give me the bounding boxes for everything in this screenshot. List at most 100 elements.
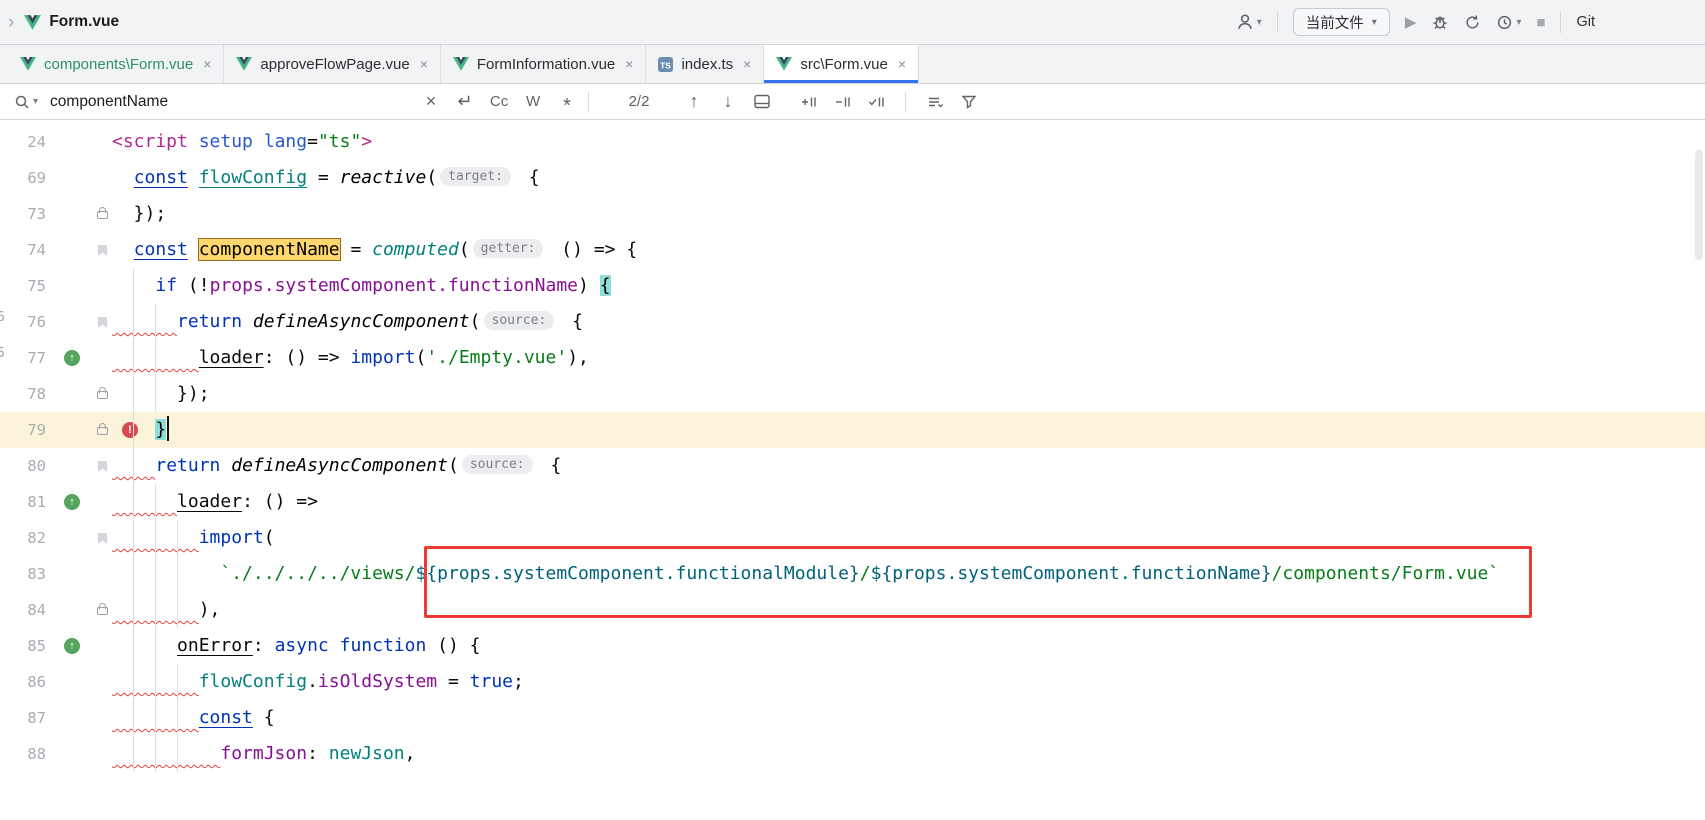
tab-components-form-vue[interactable]: components\Form.vue× (8, 45, 224, 83)
rerun-button[interactable] (1464, 14, 1481, 31)
editor[interactable]: 24<script setup lang="ts">69 const flowC… (0, 120, 1705, 820)
code-text[interactable]: formJson: newJson, (112, 736, 1705, 772)
editor-line-77[interactable]: 77 ↑ loader: () => import('./Empty.vue'), (0, 340, 1705, 376)
filter-search-button[interactable] (956, 89, 982, 115)
clear-search-icon[interactable]: × (418, 89, 444, 115)
code-token: , (405, 743, 416, 764)
line-number[interactable]: 74 (0, 232, 46, 268)
code-text[interactable]: const componentName = computed(getter: (… (112, 232, 1705, 268)
override-gutter-icon[interactable]: ↑ (64, 350, 80, 366)
code-text[interactable]: const { (112, 700, 1705, 736)
line-number[interactable]: 69 (0, 160, 46, 196)
code-token: { (561, 311, 583, 332)
code-token: async (275, 635, 329, 656)
search-input[interactable]: componentName (50, 93, 410, 111)
newline-icon[interactable]: ↵ (452, 89, 478, 115)
editor-line-88[interactable]: 88 formJson: newJson, (0, 736, 1705, 772)
run-config-selector[interactable]: 当前文件 ▾ (1293, 8, 1390, 36)
git-menu[interactable]: Git (1576, 14, 1595, 30)
search-mode-button[interactable]: ▾ (14, 94, 38, 110)
editor-line-81[interactable]: 81 ↑ loader: () => (0, 484, 1705, 520)
code-token (188, 239, 199, 260)
open-in-tool-window-button[interactable] (749, 89, 775, 115)
prev-match-button[interactable]: ↑ (681, 89, 707, 115)
close-icon[interactable]: × (203, 56, 211, 72)
add-occurrence-button[interactable] (795, 89, 821, 115)
editor-line-86[interactable]: 86 flowConfig.isOldSystem = true; (0, 664, 1705, 700)
stop-button[interactable]: ■ (1536, 14, 1545, 31)
editor-line-24[interactable]: 24 <script setup lang="ts"> (0, 124, 1705, 160)
code-text[interactable]: if (!props.systemComponent.functionName)… (112, 268, 1705, 304)
tab-index-ts[interactable]: TSindex.ts× (646, 45, 764, 83)
code-token (188, 131, 199, 152)
search-options-button[interactable] (922, 89, 948, 115)
select-all-occurrences-button[interactable] (863, 89, 889, 115)
run-button[interactable]: ▶ (1405, 13, 1417, 31)
editor-line-69[interactable]: 69 const flowConfig = reactive(target: { (0, 160, 1705, 196)
line-number[interactable]: 86 (0, 664, 46, 700)
regex-toggle[interactable]: * (554, 89, 580, 115)
scrollbar-thumb[interactable] (1695, 150, 1703, 260)
code-text[interactable]: const flowConfig = reactive(target: { (112, 160, 1705, 196)
error-icon[interactable]: ! (122, 422, 138, 438)
line-number[interactable]: 88 (0, 736, 46, 772)
editor-line-85[interactable]: 85 ↑ onError: async function () { (0, 628, 1705, 664)
whole-words-toggle[interactable]: W (520, 89, 546, 115)
code-text[interactable]: } (112, 412, 1705, 448)
override-gutter-icon[interactable]: ↑ (64, 638, 80, 654)
code-text[interactable]: loader: () => import('./Empty.vue'), (112, 340, 1705, 376)
code-text[interactable]: }); (112, 196, 1705, 232)
code-text[interactable]: }); (112, 376, 1705, 412)
line-number[interactable]: 82 (0, 520, 46, 556)
vue-file-icon (776, 57, 792, 71)
code-text[interactable]: loader: () => (112, 484, 1705, 520)
line-number[interactable]: 81 (0, 484, 46, 520)
close-icon[interactable]: × (743, 56, 751, 72)
line-number[interactable]: 85 (0, 628, 46, 664)
user-menu-button[interactable]: ▾ (1236, 13, 1262, 31)
code-token: = (437, 671, 470, 692)
editor-line-87[interactable]: 87 const { (0, 700, 1705, 736)
editor-line-78[interactable]: 78 }); (0, 376, 1705, 412)
close-icon[interactable]: × (898, 56, 906, 72)
line-number[interactable]: 76 (0, 304, 46, 340)
editor-line-75[interactable]: 75 if (!props.systemComponent.functionNa… (0, 268, 1705, 304)
line-number[interactable]: 73 (0, 196, 46, 232)
code-token: : (253, 635, 275, 656)
separator (1277, 11, 1278, 33)
line-number[interactable]: 84 (0, 592, 46, 628)
editor-line-76[interactable]: 76 return defineAsyncComponent(source: { (0, 304, 1705, 340)
breadcrumb-chevron-icon[interactable]: › (6, 13, 16, 32)
editor-line-73[interactable]: 73 }); (0, 196, 1705, 232)
tab-approveflowpage-vue[interactable]: approveFlowPage.vue× (224, 45, 440, 83)
editor-line-79[interactable]: 79! } (0, 412, 1705, 448)
close-icon[interactable]: × (625, 56, 633, 72)
line-number[interactable]: 77 (0, 340, 46, 376)
debug-button[interactable] (1431, 13, 1449, 31)
line-number[interactable]: 24 (0, 124, 46, 160)
code-text[interactable]: return defineAsyncComponent(source: { (112, 304, 1705, 340)
line-number[interactable]: 79 (0, 412, 46, 448)
override-gutter-icon[interactable]: ↑ (64, 494, 80, 510)
code-text[interactable]: return defineAsyncComponent(source: { (112, 448, 1705, 484)
remove-occurrence-button[interactable] (829, 89, 855, 115)
line-number[interactable]: 80 (0, 448, 46, 484)
code-text[interactable]: onError: async function () { (112, 628, 1705, 664)
code-text[interactable]: <script setup lang="ts"> (112, 124, 1705, 160)
separator (1560, 11, 1561, 33)
tab-forminformation-vue[interactable]: FormInformation.vue× (441, 45, 647, 83)
line-number[interactable]: 75 (0, 268, 46, 304)
code-token: reactive (340, 167, 427, 188)
line-number[interactable]: 83 (0, 556, 46, 592)
match-case-toggle[interactable]: Cc (486, 89, 512, 115)
tab-src-form-vue[interactable]: src\Form.vue× (764, 45, 919, 83)
code-text[interactable]: flowConfig.isOldSystem = true; (112, 664, 1705, 700)
line-number[interactable]: 87 (0, 700, 46, 736)
inlay-hint: source: (462, 455, 533, 474)
next-match-button[interactable]: ↓ (715, 89, 741, 115)
close-icon[interactable]: × (420, 56, 428, 72)
line-number[interactable]: 78 (0, 376, 46, 412)
editor-line-80[interactable]: 80 return defineAsyncComponent(source: { (0, 448, 1705, 484)
editor-line-74[interactable]: 74 const componentName = computed(getter… (0, 232, 1705, 268)
run-history-button[interactable]: ▾ (1496, 14, 1521, 31)
